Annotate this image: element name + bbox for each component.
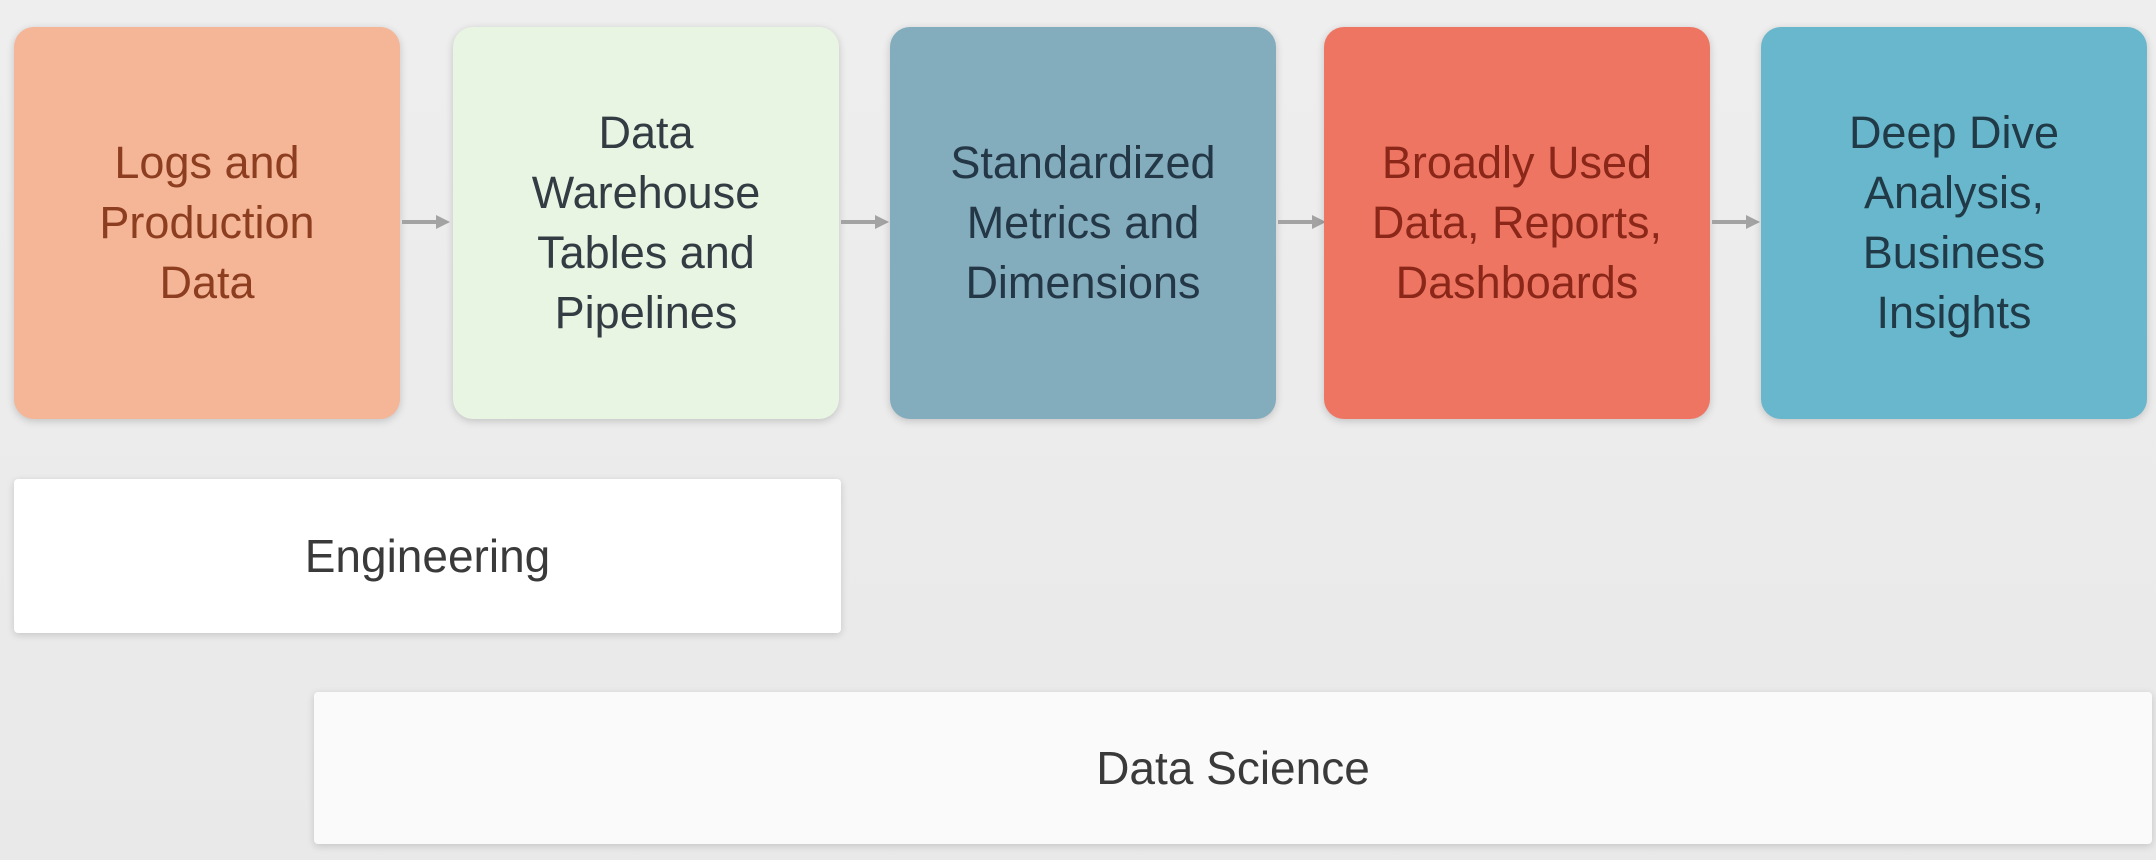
stage-broadly-used-data: Broadly Used Data, Reports, Dashboards: [1324, 27, 1710, 419]
stage-label: Standardized Metrics and Dimensions: [950, 137, 1216, 308]
stage-standardized-metrics: Standardized Metrics and Dimensions: [890, 27, 1276, 419]
data-science-band: Data Science: [314, 692, 2152, 844]
stage-label: Broadly Used Data, Reports, Dashboards: [1371, 137, 1663, 308]
data-science-label: Data Science: [1096, 742, 1370, 794]
pipeline-diagram: Logs and Production Data Data Warehouse …: [0, 0, 2156, 860]
stage-label: Deep Dive Analysis, Business Insights: [1848, 107, 2060, 338]
arrow-right-icon: [1712, 215, 1760, 229]
engineering-band: Engineering: [14, 479, 841, 633]
engineering-label: Engineering: [304, 530, 551, 582]
arrow-right-icon: [1278, 215, 1326, 229]
stage-label: Logs and Production Data: [99, 137, 315, 308]
arrow-right-icon: [841, 215, 889, 229]
stage-logs-production-data: Logs and Production Data: [14, 27, 400, 419]
stage-label: Data Warehouse Tables and Pipelines: [531, 107, 761, 338]
arrow-right-icon: [402, 215, 450, 229]
stage-data-warehouse: Data Warehouse Tables and Pipelines: [453, 27, 839, 419]
stage-deep-dive-analysis: Deep Dive Analysis, Business Insights: [1761, 27, 2147, 419]
